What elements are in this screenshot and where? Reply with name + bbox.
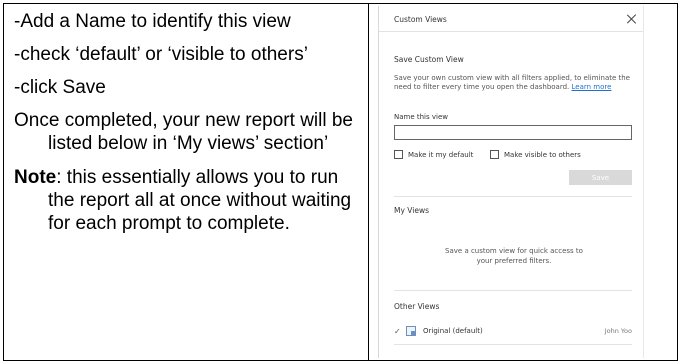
close-icon[interactable] — [626, 13, 638, 25]
dialog-title: Custom Views — [394, 15, 447, 24]
other-views-title: Other Views — [394, 302, 440, 311]
view-name: Original (default) — [423, 327, 483, 335]
name-view-input[interactable] — [394, 125, 632, 140]
my-views-title: My Views — [394, 206, 429, 215]
table-frame: -Add a Name to identify this view -check… — [3, 3, 678, 361]
dialog-header: Custom Views — [379, 6, 643, 32]
section-divider — [394, 196, 632, 197]
instruction-note: Note: this essentially allows you to run… — [14, 166, 364, 235]
make-default-label: Make it my default — [408, 150, 474, 159]
instruction-step-check: -check ‘default’ or ‘visible to others’ — [14, 44, 308, 65]
name-view-label: Name this view — [394, 113, 448, 121]
make-visible-label: Make visible to others — [504, 150, 581, 159]
instruction-completed: Once completed, your new report will be … — [14, 110, 353, 154]
view-owner: John Yoo — [604, 327, 632, 335]
section-divider — [394, 344, 632, 345]
custom-views-dialog: Custom Views Save Custom View Save your … — [378, 6, 644, 358]
note-label: Note — [14, 167, 57, 188]
other-view-item[interactable]: ✓ Original (default) John Yoo — [394, 323, 632, 339]
make-visible-checkbox-row[interactable]: Make visible to others — [490, 150, 581, 159]
my-views-empty-message: Save a custom view for quick access to y… — [445, 247, 583, 265]
note-text: : this essentially allows you to run the… — [48, 167, 352, 234]
instruction-step-name: -Add a Name to identify this view — [14, 11, 291, 32]
save-custom-view-title: Save Custom View — [394, 55, 464, 64]
checkmark-icon: ✓ — [394, 326, 401, 336]
view-icon — [406, 326, 416, 336]
make-default-checkbox[interactable] — [394, 150, 403, 159]
section-divider — [394, 290, 632, 291]
instruction-step-save: -click Save — [14, 77, 106, 98]
instructions-column: -Add a Name to identify this view -check… — [14, 10, 364, 235]
column-divider — [368, 4, 369, 360]
learn-more-link[interactable]: Learn more — [572, 83, 612, 91]
make-visible-checkbox[interactable] — [490, 150, 499, 159]
make-default-checkbox-row[interactable]: Make it my default — [394, 150, 473, 159]
save-description: Save your own custom view with all filte… — [394, 74, 634, 91]
save-button[interactable]: Save — [569, 170, 632, 185]
